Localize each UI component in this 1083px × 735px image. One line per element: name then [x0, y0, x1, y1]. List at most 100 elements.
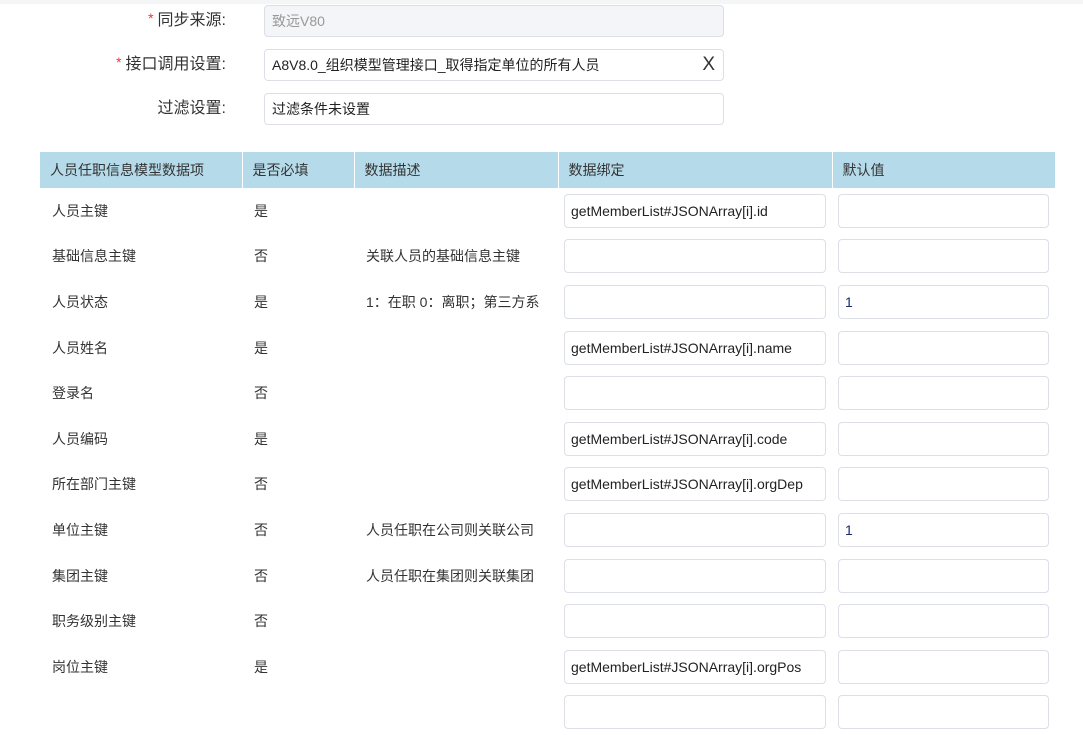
default-cell — [832, 325, 1055, 371]
binding-input[interactable]: getMemberList#JSONArray[i].orgDep — [564, 467, 826, 502]
table-row: 基础信息主键 否 关联人员的基础信息主键 — [40, 234, 1055, 280]
source-label: * 同步来源: — [148, 5, 226, 37]
default-cell — [832, 644, 1055, 690]
table-header: 人员任职信息模型数据项 是否必填 数据描述 数据绑定 默认值 — [40, 152, 1056, 188]
default-input[interactable] — [838, 421, 1049, 456]
default-cell — [832, 690, 1055, 735]
binding-input[interactable] — [564, 239, 826, 274]
binding-cell — [558, 598, 832, 644]
item-name: 职务级别主键 — [52, 613, 136, 630]
default-input[interactable] — [838, 193, 1049, 228]
item-name: 基础信息主键 — [52, 248, 136, 265]
binding-input[interactable]: getMemberList#JSONArray[i].id — [564, 193, 826, 228]
default-cell: 1 — [832, 279, 1055, 325]
default-input[interactable]: 1 — [838, 512, 1049, 547]
table-row: 所在部门主键 否 getMemberList#JSONArray[i].orgDep — [40, 462, 1055, 508]
binding-cell: getMemberList#JSONArray[i].code — [558, 416, 832, 462]
item-name: 人员编码 — [52, 430, 108, 447]
required-flag: 否 — [254, 521, 268, 538]
description — [354, 644, 558, 690]
binding-input[interactable] — [564, 604, 826, 639]
default-input[interactable] — [838, 558, 1049, 593]
item-name: 集团主键 — [52, 567, 108, 584]
table-row: 登录名 否 — [40, 370, 1055, 416]
default-input[interactable] — [838, 376, 1049, 411]
binding-input[interactable] — [564, 284, 826, 319]
description: 人员任职在集团则关联集团 — [366, 567, 534, 584]
default-cell — [832, 234, 1055, 280]
item-name: 人员状态 — [52, 293, 108, 310]
table-row — [40, 690, 1055, 735]
interface-label-text: 接口调用设置: — [125, 56, 226, 73]
description — [354, 416, 558, 462]
binding-cell: getMemberList#JSONArray[i].id — [558, 188, 832, 234]
binding-input[interactable] — [564, 376, 826, 411]
required-flag: 是 — [254, 658, 268, 675]
table-row: 单位主键 否 人员任职在公司则关联公司 1 — [40, 507, 1055, 553]
required-flag: 否 — [254, 613, 268, 630]
default-input[interactable] — [838, 467, 1049, 502]
required-flag: 是 — [254, 293, 268, 310]
form-row-interface: * 接口调用设置: A8V8.0_组织模型管理接口_取得指定单位的所有人员 X — [0, 49, 1083, 83]
default-input[interactable] — [838, 239, 1049, 274]
default-input[interactable] — [838, 330, 1049, 365]
interface-value: A8V8.0_组织模型管理接口_取得指定单位的所有人员 — [272, 57, 600, 73]
description — [354, 325, 558, 371]
filter-input[interactable]: 过滤条件未设置 — [264, 93, 724, 125]
binding-input[interactable] — [564, 558, 826, 593]
description — [354, 690, 558, 735]
table-row: 人员主键 是 getMemberList#JSONArray[i].id — [40, 188, 1055, 234]
default-cell: 1 — [832, 507, 1055, 553]
default-cell — [832, 188, 1055, 234]
description — [354, 598, 558, 644]
default-input[interactable]: 1 — [838, 284, 1049, 319]
item-name — [40, 690, 242, 735]
clear-button[interactable]: X — [702, 50, 715, 80]
required-asterisk: * — [148, 10, 154, 26]
item-name: 所在部门主键 — [52, 476, 136, 493]
top-bar — [0, 0, 1083, 4]
required-flag: 是 — [254, 202, 268, 219]
interface-input[interactable]: A8V8.0_组织模型管理接口_取得指定单位的所有人员 X — [264, 49, 724, 81]
item-name: 人员主键 — [52, 202, 108, 219]
binding-cell: getMemberList#JSONArray[i].orgPos — [558, 644, 832, 690]
binding-input[interactable]: getMemberList#JSONArray[i].orgPos — [564, 649, 826, 684]
default-cell — [832, 598, 1055, 644]
required-flag: 否 — [254, 385, 268, 402]
required-flag: 是 — [254, 430, 268, 447]
binding-input[interactable] — [564, 695, 826, 730]
table-row: 人员姓名 是 getMemberList#JSONArray[i].name — [40, 325, 1055, 371]
table-row: 人员状态 是 1：在职 0：离职；第三方系 1 — [40, 279, 1055, 325]
default-cell — [832, 416, 1055, 462]
default-input[interactable] — [838, 649, 1049, 684]
header-default: 默认值 — [832, 152, 1056, 188]
binding-input[interactable]: getMemberList#JSONArray[i].code — [564, 421, 826, 456]
binding-cell — [558, 234, 832, 280]
table-row: 人员编码 是 getMemberList#JSONArray[i].code — [40, 416, 1055, 462]
source-label-text: 同步来源: — [157, 12, 226, 29]
item-name: 岗位主键 — [52, 658, 108, 675]
binding-input[interactable] — [564, 512, 826, 547]
description — [354, 370, 558, 416]
required-asterisk: * — [116, 54, 122, 70]
header-item: 人员任职信息模型数据项 — [40, 152, 243, 188]
interface-label: * 接口调用设置: — [116, 49, 226, 81]
binding-cell: getMemberList#JSONArray[i].orgDep — [558, 462, 832, 508]
binding-cell — [558, 690, 832, 735]
header-required: 是否必填 — [242, 152, 355, 188]
default-cell — [832, 462, 1055, 508]
default-cell — [832, 370, 1055, 416]
binding-cell — [558, 507, 832, 553]
header-binding: 数据绑定 — [558, 152, 833, 188]
required-flag: 否 — [254, 248, 268, 265]
required-flag: 否 — [254, 476, 268, 493]
default-cell — [832, 553, 1055, 599]
default-input[interactable] — [838, 695, 1049, 730]
filter-label: 过滤设置: — [157, 100, 226, 117]
source-input[interactable]: 致远V80 — [264, 5, 724, 37]
binding-cell — [558, 553, 832, 599]
default-input[interactable] — [838, 604, 1049, 639]
item-name: 登录名 — [52, 385, 94, 402]
form-row-filter: 过滤设置: 过滤条件未设置 — [0, 93, 1083, 127]
binding-input[interactable]: getMemberList#JSONArray[i].name — [564, 330, 826, 365]
